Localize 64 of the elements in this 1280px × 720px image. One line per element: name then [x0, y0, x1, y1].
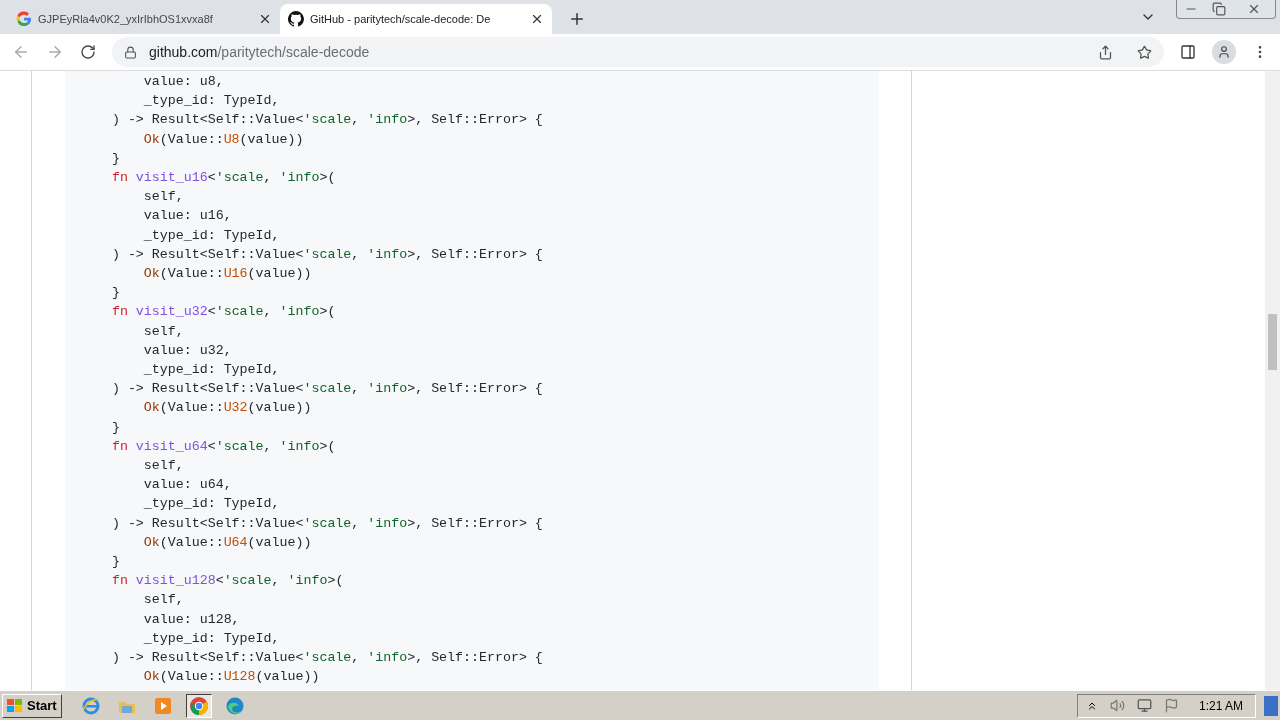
code-line: value: u128, [142, 610, 241, 629]
new-tab-icon[interactable] [568, 10, 586, 28]
media-player-icon [152, 695, 173, 716]
network-icon[interactable] [1136, 698, 1152, 713]
code-line: self, [142, 322, 185, 341]
code-line: fn visit_u32<'scale, 'info>( [110, 303, 337, 322]
edge-logo-icon [224, 695, 245, 716]
chrome-logo-icon [188, 695, 209, 716]
close-icon[interactable] [1247, 2, 1261, 16]
ie-logo-icon [80, 695, 101, 716]
code-line: value: u64, [142, 476, 233, 495]
code-line: ) -> Result<Self::Value<'scale, 'info>, Self::Error> { [110, 380, 544, 399]
code-line: _type_id: TypeId, [142, 92, 281, 111]
tab-title: GJPEyRla4v0K2_yxIrIbhOS1xvxa8f [38, 11, 214, 27]
restore-icon[interactable] [1212, 2, 1226, 16]
code-line: fn visit_u64<'scale, 'info>( [110, 437, 337, 456]
bookmark-star-icon[interactable] [1137, 44, 1152, 60]
code-line: } [110, 284, 121, 303]
browser-tab[interactable]: GitHub - paritytech/scale-decode: De [280, 4, 552, 34]
lock-icon [124, 45, 137, 59]
side-panel-icon[interactable] [1180, 44, 1196, 60]
code-line: _type_id: TypeId, [142, 361, 281, 380]
code-line: ) -> Result<Self::Value<'scale, 'info>, Self::Error> { [110, 245, 544, 264]
code-line: value: u8, [142, 73, 225, 91]
reload-icon[interactable] [80, 44, 96, 60]
code-line: ) -> Result<Self::Value<'scale, 'info>, Self::Error> { [110, 649, 544, 668]
code-line: value: u32, [142, 341, 233, 360]
code-line: } [110, 553, 121, 572]
code-line: } [110, 418, 121, 437]
code-line: Ok(Value::U64(value)) [142, 533, 313, 552]
code-line: fn visit_u16<'scale, 'info>( [110, 169, 337, 187]
code-line: Ok(Value::U128(value)) [142, 668, 321, 687]
profile-avatar[interactable] [1212, 40, 1236, 64]
browser-tab[interactable]: GJPEyRla4v0K2_yxIrIbhOS1xvxa8f [8, 4, 280, 34]
clock-time[interactable]: 1:21 AM [1198, 696, 1243, 715]
code-line: self, [142, 188, 185, 207]
start-button[interactable]: Start [2, 693, 62, 718]
taskbar-app[interactable] [185, 693, 212, 718]
code-line: _type_id: TypeId, [142, 629, 281, 648]
code-line: _type_id: TypeId, [142, 226, 281, 245]
scrollbar[interactable] [1265, 71, 1280, 690]
flag-icon[interactable] [1163, 698, 1179, 713]
code-line: ) -> Result<Self::Value<'scale, 'info>, Self::Error> { [110, 514, 544, 533]
close-icon[interactable] [530, 12, 544, 26]
address-bar[interactable]: github.com/paritytech/scale-decode [112, 37, 1164, 67]
code-line: Ok(Value::U8(value)) [142, 130, 305, 149]
show-desktop-button[interactable] [1264, 695, 1278, 716]
speaker-icon[interactable] [1109, 698, 1125, 713]
code-line: Ok(Value::U32(value)) [142, 399, 313, 418]
close-icon[interactable] [258, 12, 272, 26]
code-line: fn visit_u128<'scale, 'info>( [110, 572, 345, 591]
code-line: value: u16, [142, 207, 233, 226]
code-line: ) -> Result<Self::Value<'scale, 'info>, Self::Error> { [110, 111, 544, 130]
url-text: github.com/paritytech/scale-decode [149, 42, 370, 62]
code-line: Ok(Value::U16(value)) [142, 265, 313, 284]
code-line: _type_id: TypeId, [142, 495, 281, 514]
code-line: self, [142, 591, 185, 610]
windows-logo-icon [7, 698, 23, 713]
code-line: self, [142, 457, 185, 476]
github-logo-icon [288, 11, 304, 27]
google-logo-icon [16, 11, 32, 27]
share-icon[interactable] [1098, 44, 1113, 60]
tab-title: GitHub - paritytech/scale-decode: De [310, 11, 492, 27]
code-line: } [110, 149, 121, 168]
